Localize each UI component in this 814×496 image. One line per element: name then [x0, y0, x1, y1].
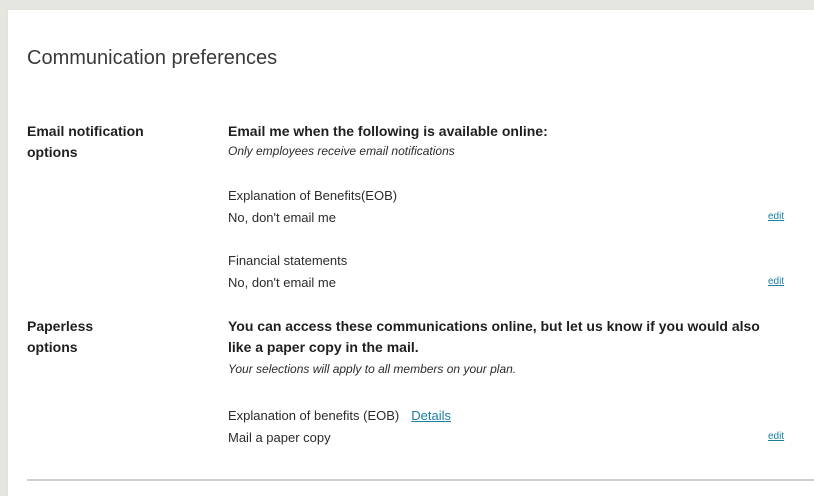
email-eob-edit-link[interactable]: edit [768, 211, 784, 222]
preferences-card: Communication preferences Email notifica… [8, 10, 814, 496]
section-divider [27, 479, 814, 481]
paperless-eob-edit-link[interactable]: edit [768, 431, 784, 442]
email-item-financial-name: Financial statements [228, 253, 348, 268]
paperless-section-heading: You can access these communications onli… [228, 318, 760, 355]
details-link[interactable]: Details [411, 408, 451, 423]
email-item-eob-value: No, don't email me [228, 210, 336, 225]
email-section-label: Email notification options [27, 123, 144, 160]
paperless-section-note: Your selections will apply to all member… [228, 362, 517, 376]
email-financial-edit-link[interactable]: edit [768, 276, 784, 287]
paperless-section-label: Paperless options [27, 318, 94, 355]
paperless-item-eob-name: Explanation of benefits (EOB) [228, 408, 400, 423]
email-section-note: Only employees receive email notificatio… [228, 144, 455, 158]
email-section-heading: Email me when the following is available… [228, 123, 548, 139]
paperless-item-eob-name-row: Explanation of benefits (EOB) Details [228, 408, 451, 423]
paperless-item-eob-value: Mail a paper copy [228, 430, 331, 445]
email-item-financial-value: No, don't email me [228, 275, 336, 290]
email-item-eob-name: Explanation of Benefits(EOB) [228, 188, 398, 203]
page-title: Communication preferences [27, 47, 278, 69]
